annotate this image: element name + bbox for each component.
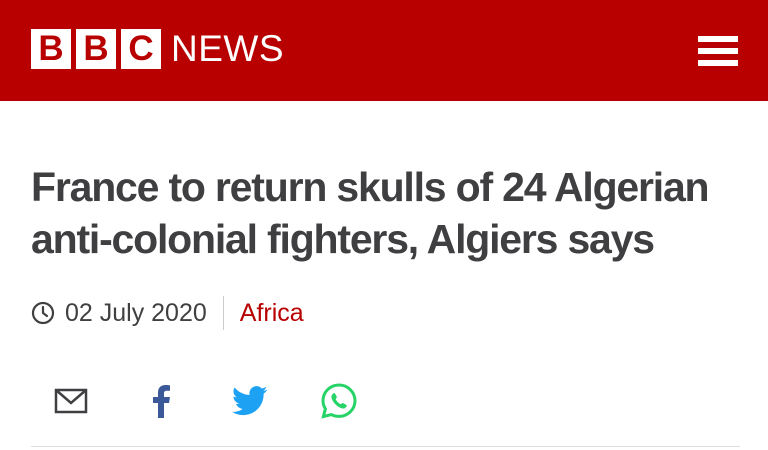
bbc-letter-b2: B [76,29,116,69]
share-bar [0,378,768,428]
menu-bar-bottom [698,60,738,66]
share-twitter-button[interactable] [227,378,273,424]
bbc-blocks: B B C [31,29,161,69]
article-meta: 02 July 2020 Africa [31,293,304,333]
bbc-letter-c: C [121,29,161,69]
share-whatsapp-button[interactable] [316,378,362,424]
section-link-africa[interactable]: Africa [240,293,304,333]
email-icon [54,388,88,414]
bbc-news-logo[interactable]: B B C NEWS [31,28,284,70]
menu-bar-middle [698,48,738,54]
meta-divider [222,296,224,330]
divider-line [31,446,740,447]
share-email-button[interactable] [48,378,94,424]
publish-date: 02 July 2020 [65,299,207,327]
clock-icon [31,301,55,325]
news-wordmark: NEWS [171,28,284,69]
site-header: B B C NEWS [0,0,768,101]
share-facebook-button[interactable] [138,378,184,424]
facebook-icon [153,385,170,418]
article-page: B B C NEWS France to return skulls of 24… [0,0,768,450]
article-headline: France to return skulls of 24 Algerian a… [31,164,710,262]
twitter-icon [232,386,268,416]
menu-bar-top [698,36,738,42]
bbc-letter-b1: B [31,29,71,69]
whatsapp-icon [321,383,357,419]
hamburger-menu-icon[interactable] [698,34,740,68]
